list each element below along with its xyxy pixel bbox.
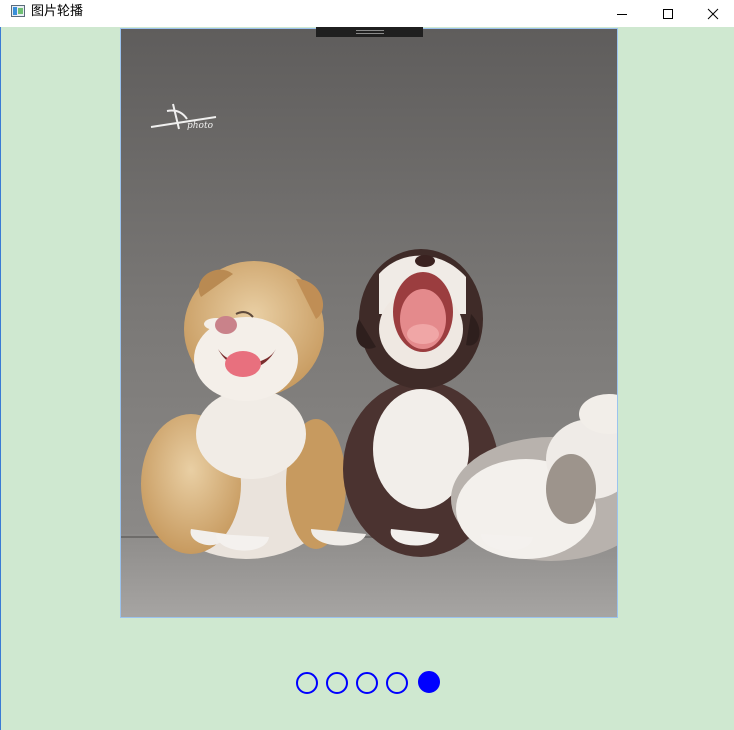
window-title: 图片轮播	[31, 4, 84, 19]
close-button[interactable]	[690, 0, 734, 27]
maximize-icon	[663, 8, 673, 19]
slide-indicator-1[interactable]	[296, 672, 318, 694]
slide-indicator-2[interactable]	[326, 672, 348, 694]
slide-image[interactable]: photo	[120, 28, 618, 618]
app-icon	[11, 5, 25, 17]
slideshow-area: photo	[1, 27, 734, 730]
svg-text:photo: photo	[187, 121, 214, 131]
slide-indicators	[296, 671, 444, 695]
slide-indicator-3[interactable]	[356, 672, 378, 694]
puppies-photo: photo	[121, 29, 617, 617]
maximize-button[interactable]	[645, 0, 691, 27]
slide-indicator-5[interactable]	[418, 671, 440, 693]
title-bar: 图片轮播	[0, 0, 734, 27]
slide-indicator-4[interactable]	[386, 672, 408, 694]
minimize-icon	[617, 13, 627, 15]
minimize-button[interactable]	[599, 0, 645, 27]
drag-handle[interactable]	[316, 27, 423, 37]
close-icon	[707, 8, 719, 19]
